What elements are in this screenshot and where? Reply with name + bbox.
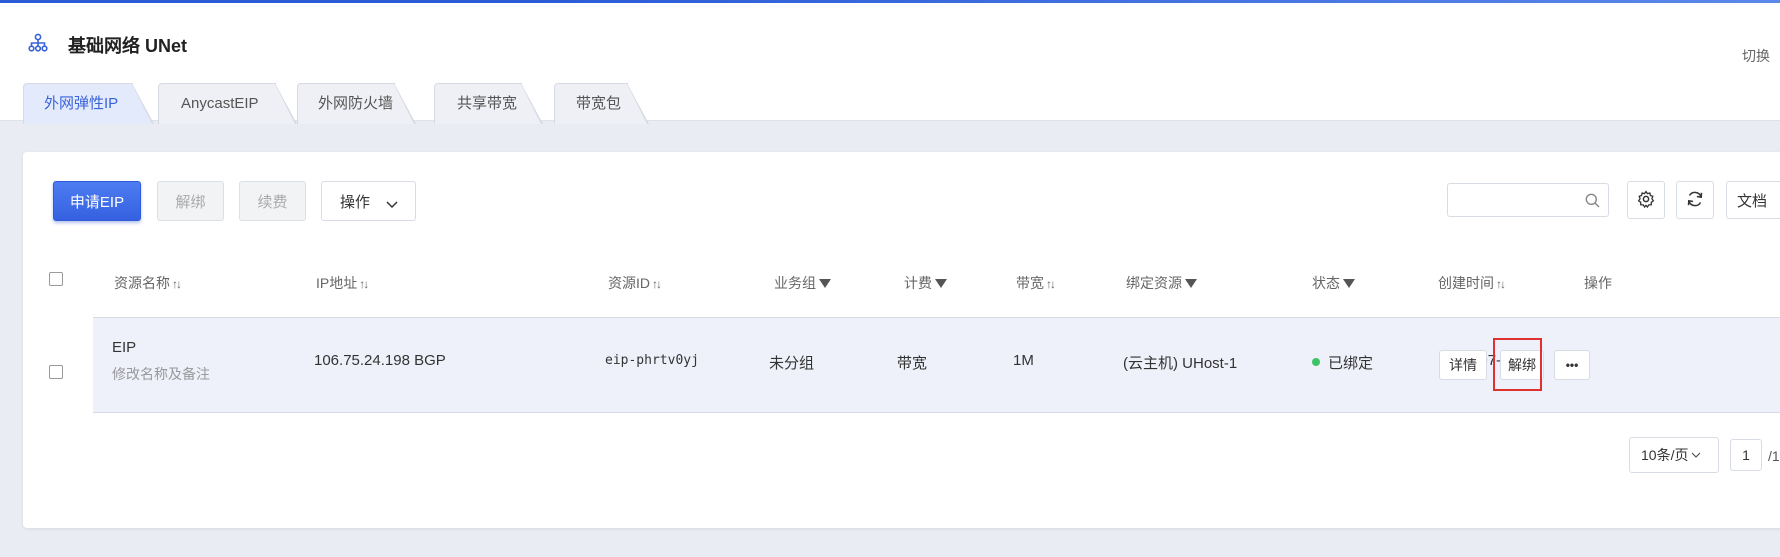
refresh-button[interactable]: [1676, 181, 1714, 219]
operate-dropdown-label: 操作: [340, 193, 371, 211]
sort-icon[interactable]: ↑↓: [172, 277, 182, 291]
page-size-label: 10条/页: [1641, 447, 1689, 463]
sort-icon[interactable]: ↑↓: [359, 277, 369, 291]
highlight-box: [1493, 338, 1542, 391]
filter-icon[interactable]: [935, 278, 947, 288]
filter-icon[interactable]: [1185, 278, 1197, 288]
column-header-created[interactable]: 创建时间 ↑↓: [1438, 273, 1506, 293]
column-header-bound-resource[interactable]: 绑定资源: [1126, 273, 1197, 293]
page-size-select[interactable]: 10条/页: [1629, 437, 1719, 473]
chevron-down-icon: [1691, 445, 1701, 461]
settings-button[interactable]: [1627, 181, 1665, 219]
tab-eip[interactable]: 外网弹性IP: [23, 83, 154, 124]
operate-dropdown[interactable]: 操作: [321, 181, 416, 221]
row-checkbox[interactable]: [49, 365, 63, 379]
tab-firewall[interactable]: 外网防火墙: [297, 83, 416, 124]
edit-name-link[interactable]: 修改名称及备注: [112, 364, 210, 384]
refresh-icon: [1686, 190, 1704, 211]
more-actions-button[interactable]: •••: [1554, 350, 1590, 380]
switch-link[interactable]: 切换: [1742, 46, 1770, 66]
column-header-billing[interactable]: 计费: [904, 273, 947, 293]
status-dot-icon: [1312, 358, 1320, 367]
sort-icon[interactable]: ↑↓: [1046, 277, 1056, 291]
search-input[interactable]: [1447, 183, 1609, 217]
row-group: 未分组: [769, 355, 815, 372]
page-header: 基础网络 UNet 切换 外网弹性IP AnycastEIP 外网防火墙 共享带…: [0, 3, 1780, 124]
network-topology-icon: [28, 33, 48, 53]
detail-button[interactable]: 详情: [1439, 350, 1487, 380]
page-title: 基础网络 UNet: [68, 36, 188, 56]
column-header-name[interactable]: 资源名称 ↑↓: [114, 273, 182, 293]
docs-button[interactable]: 文档: [1726, 181, 1780, 219]
row-resource-id: eip-phrtv0yj: [605, 353, 699, 368]
column-header-ip[interactable]: IP地址 ↑↓: [316, 273, 369, 293]
filter-icon[interactable]: [1343, 278, 1355, 288]
column-header-actions: 操作: [1584, 275, 1612, 291]
filter-icon[interactable]: [819, 278, 831, 288]
apply-eip-button[interactable]: 申请EIP: [53, 181, 141, 221]
sort-icon[interactable]: ↑↓: [652, 277, 662, 291]
tab-bandwidth-package[interactable]: 带宽包: [554, 83, 649, 124]
eip-list-card: 申请EIP 解绑 续费 操作 文档 资源名称 ↑↓ IP地址 ↑↓ 资源ID ↑↓ 业…: [23, 152, 1780, 528]
column-header-group[interactable]: 业务组: [774, 273, 831, 293]
renew-button[interactable]: 续费: [239, 181, 306, 221]
unbind-button[interactable]: 解绑: [157, 181, 224, 221]
select-all-checkbox[interactable]: [49, 272, 63, 286]
row-ip: 106.75.24.198 BGP: [314, 352, 446, 369]
tab-anycast-eip[interactable]: AnycastEIP: [158, 83, 297, 124]
column-header-bandwidth[interactable]: 带宽 ↑↓: [1016, 273, 1056, 293]
row-billing: 带宽: [897, 355, 928, 372]
gear-icon: [1637, 189, 1655, 211]
page-total: /1: [1768, 448, 1780, 464]
page-number-input[interactable]: 1: [1730, 439, 1762, 471]
sort-icon[interactable]: ↑↓: [1496, 277, 1506, 291]
chevron-down-icon: [386, 196, 398, 213]
column-header-status[interactable]: 状态: [1312, 273, 1355, 293]
row-bound-resource[interactable]: (云主机) UHost-1: [1123, 352, 1237, 373]
column-header-resource-id[interactable]: 资源ID ↑↓: [608, 273, 662, 293]
status-badge: 已绑定: [1312, 352, 1373, 373]
row-bandwidth: 1M: [1013, 352, 1034, 369]
row-name: EIP: [112, 339, 137, 356]
table-row: EIP 修改名称及备注 106.75.24.198 BGP eip-phrtv0…: [93, 317, 1780, 413]
tab-shared-bandwidth[interactable]: 共享带宽: [434, 83, 543, 124]
search-icon[interactable]: [1585, 193, 1600, 211]
